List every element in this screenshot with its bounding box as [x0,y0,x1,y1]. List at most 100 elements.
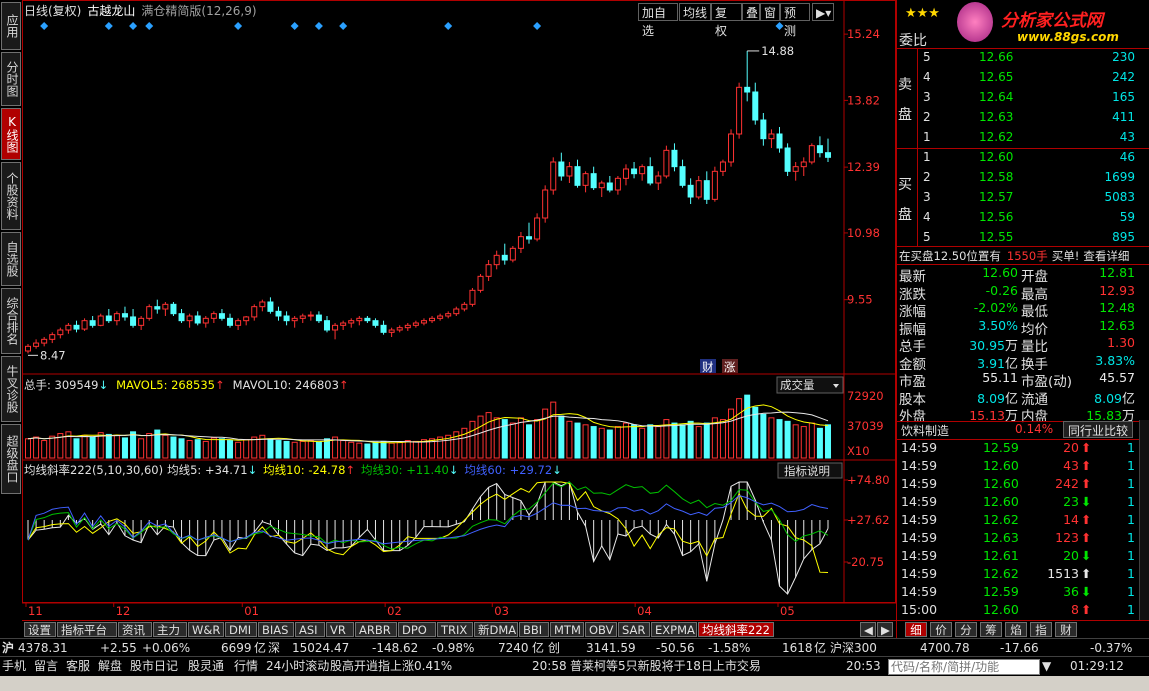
status-item-2[interactable]: 客服 [66,659,90,675]
indicator-tab-1[interactable]: 指标平台 [57,622,117,637]
hs300-value: 4700.78 [920,641,970,655]
volume-bar-35 [307,440,314,459]
indicator-ma10-arrow: ↑ [345,463,355,477]
tick-time-2: 14:59 [901,476,938,491]
toolbar-button-3[interactable]: 叠 [742,3,760,21]
status-item-5[interactable]: 股灵通 [188,659,224,675]
tick-price-6: 12.61 [983,548,1019,563]
news-headline-1[interactable]: 股高开逍指上涨0.41% [330,659,452,675]
notice-amount: 1550手 [1006,249,1048,263]
toolbar-button-5[interactable]: 预测 [780,3,810,38]
candle-body-63 [534,217,541,240]
tabs-scroll-right-icon[interactable]: ▶ [877,622,893,637]
indicator-tab-8[interactable]: VR [326,622,354,637]
sz-label: 深 [268,641,281,655]
candle-body-57 [485,264,492,277]
left-tab-3[interactable]: 个股资料 [1,162,21,230]
indicator-tab-6[interactable]: BIAS [258,622,294,637]
toolbar-button-4[interactable]: 窗 [760,3,780,21]
stat-value-right-1: 12.93 [1099,282,1135,298]
status-item-3[interactable]: 解盘 [98,659,122,675]
left-tab-4[interactable]: 自选股 [1,232,21,286]
left-tab-7[interactable]: 超级盘口 [1,424,21,494]
volume-bar-26 [235,441,242,459]
indicator-tab-9[interactable]: ARBR [355,622,397,637]
sh-unit: 亿 [254,641,267,655]
buy-price-0: 12.60 [979,150,1014,164]
kline-chart[interactable]: 日线(复权) 古越龙山 满仓精简版(12,26,9) 15.24 13.82 12.39 1… [22,0,896,620]
indicator-tab-13[interactable]: BBI [519,622,549,637]
candle-body-96 [800,161,807,168]
indicator-tab-12[interactable]: 新DMA [474,622,518,637]
clock: 01:29:12 [1070,659,1124,673]
tick-scrollbar[interactable] [1139,420,1149,620]
indicator-tab-18[interactable]: 均线斜率222 [698,622,774,637]
toolbar-button-0[interactable]: 加自选 [638,3,678,38]
toolbar-button-1[interactable]: 均线 [679,3,711,21]
arrow-up-icon: ⬆ [1081,602,1092,617]
candle-body-33 [291,317,298,322]
indicator-tab-17[interactable]: EXPMA [651,622,697,637]
detail-tab-0[interactable]: 细 [905,622,927,637]
volume-bar-65 [550,401,557,459]
indicator-ma10: 均线10: -24.78 [263,463,345,477]
indicator-tab-3[interactable]: 主力 [153,622,187,637]
industry-compare-button[interactable]: 同行业比较 [1063,421,1134,438]
volume-bar-72 [606,429,613,459]
indicator-tab-2[interactable]: 资讯 [118,622,152,637]
candle-body-66 [558,161,565,177]
detail-tab-4[interactable]: 焰 [1005,622,1027,637]
indicator-tab-5[interactable]: DMI [225,622,257,637]
tabs-scroll-left-icon[interactable]: ◀ [860,622,876,637]
candle-body-76 [639,166,646,175]
volume-bar-7 [81,434,88,459]
detail-tab-5[interactable]: 指 [1030,622,1052,637]
volume-bar-96 [800,426,807,459]
sh-label: 沪 [2,641,15,655]
price-tick-label-0: 15.24 [847,27,880,41]
status-item-6[interactable]: 行情 [234,659,258,675]
search-input[interactable] [888,659,1040,675]
stat-value-left-0: 12.60 [982,265,1018,280]
volume-bar-44 [380,440,387,459]
left-tab-0[interactable]: 应用 [1,2,21,50]
status-item-0[interactable]: 手机 [2,659,26,675]
indicator-tab-14[interactable]: MTM [550,622,584,637]
left-tab-6[interactable]: 牛叉诊股 [1,356,21,422]
volume-bar-64 [542,408,549,459]
volume-bar-87 [728,408,735,459]
detail-tab-1[interactable]: 价 [930,622,952,637]
signal-diamond-3 [145,22,154,30]
volume-bar-55 [469,420,476,459]
toolbar-menu-icon[interactable]: ▶▾ [812,3,834,21]
candle-body-37 [323,320,330,331]
indicator-tab-0[interactable]: 设置 [24,622,56,637]
detail-tab-6[interactable]: 财 [1055,622,1077,637]
sz-change: -148.62 [372,641,419,655]
indicator-tab-16[interactable]: SAR [618,622,650,637]
status-item-1[interactable]: 留言 [34,659,58,675]
dropdown-icon[interactable]: ▼ [1042,659,1051,675]
detail-tab-3[interactable]: 筹 [980,622,1002,637]
detail-tab-2[interactable]: 分 [955,622,977,637]
indicator-tab-4[interactable]: W&R [188,622,224,637]
indicator-tab-10[interactable]: DPO [398,622,436,637]
toolbar-button-2[interactable]: 复权 [711,3,742,38]
indicator-tab-15[interactable]: OBV [585,622,617,637]
index-bar: 沪 4378.31 +2.55 +0.06% 6699 亿 深 15024.47… [0,638,1149,656]
status-item-4[interactable]: 股市日记 [130,659,178,675]
volume-bar-66 [558,415,565,459]
candle-body-75 [631,168,638,175]
month-label-2: 01 [244,604,259,618]
notice-detail-link[interactable]: 查看详细 [1083,249,1129,263]
news-headline-2[interactable]: 普莱柯等5只新股将于18日上市交易 [570,659,761,675]
status-item-7[interactable]: 24小时滚动 [266,659,329,675]
volume-bar-89 [744,394,751,459]
left-tab-5[interactable]: 综合排名 [1,288,21,354]
candle-body-71 [598,182,605,189]
left-tab-1[interactable]: 分时图 [1,52,21,106]
indicator-tab-11[interactable]: TRIX [437,622,473,637]
indicator-tab-7[interactable]: ASI [295,622,325,637]
left-tab-2[interactable]: K线图 [1,108,21,160]
sell-volume-2: 165 [1112,90,1135,104]
